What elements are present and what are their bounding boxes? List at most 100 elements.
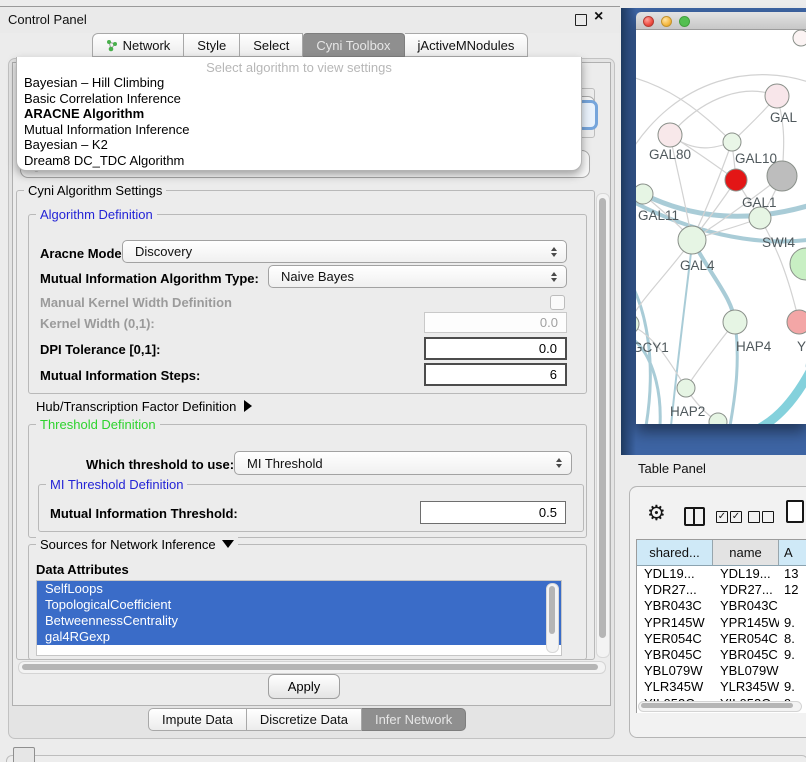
float-window-icon[interactable] (575, 14, 587, 26)
attribute-item-selected[interactable]: gal4RGexp (37, 629, 561, 645)
network-edge[interactable] (730, 322, 737, 424)
algorithm-item[interactable]: Bayesian – Hill Climbing (17, 75, 581, 91)
network-edge[interactable] (636, 76, 732, 142)
tab-network[interactable]: Network (92, 33, 185, 57)
dpi-tolerance-value: 0.0 (539, 341, 557, 356)
table-row[interactable]: YLR345WYLR345W9. (637, 679, 806, 695)
attribute-item-selected[interactable]: SelfLoops (37, 581, 561, 597)
tab-cyni-toolbox[interactable]: Cyni Toolbox (303, 33, 404, 57)
close-icon[interactable]: × (594, 8, 603, 26)
network-node-label: GAL4 (680, 258, 715, 273)
table-row[interactable]: YDR27...YDR27...12 (637, 582, 806, 598)
threshold-definition-title: Threshold Definition (36, 417, 160, 432)
dpi-tolerance-field[interactable]: 0.0 (424, 337, 567, 360)
hub-definition-toggle[interactable]: Hub/Transcription Factor Definition (36, 399, 252, 414)
gear-icon[interactable]: ⚙ (647, 501, 666, 526)
network-window: GALGAL80GAL10GAL1GAL11GAL4SWI4GCY1HAP4YH… (636, 12, 806, 424)
tab-impute-data-label: Impute Data (162, 712, 233, 727)
network-graph[interactable]: GALGAL80GAL10GAL1GAL11GAL4SWI4GCY1HAP4YH… (636, 30, 806, 424)
network-node[interactable] (636, 314, 639, 334)
tab-select[interactable]: Select (240, 33, 303, 57)
mi-algorithm-type-combo[interactable]: Naive Bayes (268, 265, 567, 288)
settings-vertical-scrollbar-thumb[interactable] (599, 198, 606, 638)
tab-jactivemnodules[interactable]: jActiveMNodules (405, 33, 529, 57)
settings-vertical-scrollbar[interactable] (596, 193, 610, 658)
table-row[interactable]: YER054CYER054C8. (637, 631, 806, 647)
aracne-mode-combo[interactable]: Discovery (122, 240, 567, 263)
kernel-width-label: Kernel Width (0,1): (40, 316, 155, 331)
network-node[interactable] (658, 123, 682, 147)
minimize-traffic-light-icon[interactable] (661, 16, 672, 27)
table-row[interactable]: YBR043CYBR043C (637, 598, 806, 614)
algorithm-item[interactable]: Bayesian – K2 (17, 137, 581, 153)
tab-impute-data[interactable]: Impute Data (148, 708, 247, 731)
document-icon[interactable] (786, 500, 804, 523)
split-columns-icon[interactable] (684, 507, 705, 526)
control-panel-tabs: Network Style Select Cyni Toolbox jActiv… (4, 33, 616, 57)
checked-checkbox-icon[interactable]: ✓ (730, 511, 742, 523)
algorithm-item[interactable]: Basic Correlation Inference (17, 91, 581, 107)
tab-select-label: Select (253, 38, 289, 53)
table-row[interactable]: YBR045CYBR045C9. (637, 647, 806, 663)
sources-toggle[interactable]: Sources for Network Inference (36, 537, 238, 552)
close-traffic-light-icon[interactable] (643, 16, 654, 27)
network-node[interactable] (765, 84, 789, 108)
tab-infer-network[interactable]: Infer Network (362, 708, 466, 731)
attributes-scrollbar-thumb[interactable] (549, 586, 555, 634)
network-node[interactable] (709, 413, 727, 424)
network-edge[interactable] (692, 142, 732, 240)
mi-threshold-field[interactable]: 0.5 (420, 501, 566, 524)
table-row[interactable]: YDL19...YDL19...13 (637, 566, 806, 582)
network-node[interactable] (678, 226, 706, 254)
network-node-label: GAL (770, 110, 798, 125)
network-canvas[interactable]: GALGAL80GAL10GAL1GAL11GAL4SWI4GCY1HAP4YH… (636, 30, 806, 424)
apply-button[interactable]: Apply (268, 674, 340, 699)
table-horizontal-scrollbar-thumb[interactable] (641, 703, 793, 708)
tab-discretize-data[interactable]: Discretize Data (247, 708, 362, 731)
checked-checkbox-icon[interactable]: ✓ (716, 511, 728, 523)
network-node[interactable] (787, 310, 806, 334)
cell: 9. (779, 615, 806, 631)
tab-style[interactable]: Style (184, 33, 240, 57)
network-node[interactable] (793, 30, 806, 46)
network-node[interactable] (749, 207, 771, 229)
unchecked-checkbox-icon[interactable] (748, 511, 760, 523)
cell: YBR043C (713, 598, 779, 614)
kernel-width-field[interactable]: 0.0 (424, 312, 567, 333)
network-node[interactable] (723, 310, 747, 334)
manual-kernel-width-checkbox[interactable] (550, 295, 565, 310)
settings-horizontal-scrollbar[interactable] (18, 661, 606, 674)
table-horizontal-scrollbar[interactable] (638, 701, 802, 712)
settings-horizontal-scrollbar-thumb[interactable] (22, 664, 598, 670)
column-header-shared-name[interactable]: shared... (637, 540, 713, 565)
column-header-name[interactable]: name (713, 540, 779, 565)
network-window-titlebar[interactable] (636, 12, 806, 30)
tab-network-label: Network (123, 38, 171, 53)
bottom-left-button[interactable] (13, 747, 35, 762)
zoom-traffic-light-icon[interactable] (679, 16, 690, 27)
unchecked-checkbox-icon[interactable] (762, 511, 774, 523)
which-threshold-combo[interactable]: MI Threshold (234, 451, 572, 475)
algorithm-item-selected[interactable]: ARACNE Algorithm (17, 106, 581, 122)
column-header-third[interactable]: A (779, 540, 806, 565)
table-row[interactable]: YBL079WYBL079W (637, 663, 806, 679)
mi-steps-field[interactable]: 6 (424, 363, 567, 386)
attribute-item-selected[interactable]: TopologicalCoefficient (37, 597, 561, 613)
which-threshold-value: MI Threshold (247, 456, 323, 471)
network-node[interactable] (636, 184, 653, 204)
network-tab-icon (106, 39, 118, 52)
tab-jactivemnodules-label: jActiveMNodules (418, 38, 515, 53)
algorithm-item[interactable]: Mutual Information Inference (17, 122, 581, 138)
network-node[interactable] (723, 133, 741, 151)
attributes-scrollbar[interactable] (546, 583, 559, 653)
attribute-item-selected[interactable]: BetweennessCentrality (37, 613, 561, 629)
algorithm-definition-title: Algorithm Definition (36, 207, 157, 222)
network-node[interactable] (725, 169, 747, 191)
combo-stepper-icon (551, 247, 557, 257)
network-node[interactable] (790, 248, 806, 280)
network-node[interactable] (677, 379, 695, 397)
algorithm-item[interactable]: Dream8 DC_TDC Algorithm (17, 153, 581, 169)
table-row[interactable]: YPR145WYPR145W9. (637, 615, 806, 631)
network-edge[interactable] (756, 368, 806, 424)
network-node-label: GAL11 (638, 208, 679, 223)
